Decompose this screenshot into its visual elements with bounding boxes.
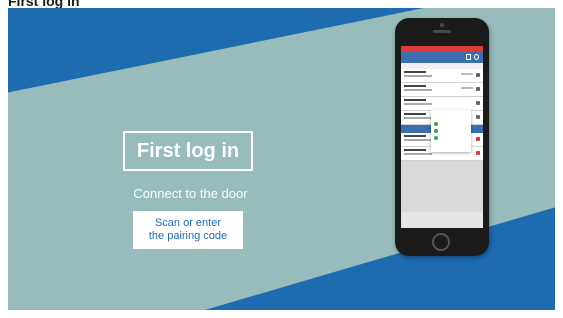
check-icon [434, 122, 438, 126]
front-camera-icon [440, 23, 444, 27]
door-row [401, 83, 483, 97]
pairing-line-2: the pairing code [148, 230, 228, 242]
door-row [401, 69, 483, 83]
slide-title: First log in [136, 139, 240, 162]
check-icon [434, 136, 438, 140]
pairing-instruction-box: Scan or enter the pairing code [133, 211, 243, 249]
slide-subtitle: Connect to the door [133, 186, 248, 201]
signal-icon [476, 101, 480, 105]
title-box: First log in [123, 131, 253, 171]
lock-icon [466, 54, 471, 60]
speaker-grille [433, 30, 451, 33]
video-caption: First log in [8, 0, 80, 9]
alert-icon [476, 151, 480, 155]
signal-icon [476, 73, 480, 77]
alert-icon [476, 137, 480, 141]
pairing-line-1: Scan or enter [154, 217, 222, 229]
connecting-dialog [431, 110, 471, 152]
settings-icon [474, 54, 479, 60]
check-icon [434, 129, 438, 133]
bottom-bar [401, 212, 483, 228]
home-button-icon [432, 233, 450, 251]
dialog-step [434, 129, 468, 134]
app-bar [401, 51, 483, 63]
signal-icon [476, 115, 480, 119]
tutorial-slide: First log in Connect to the door Scan or… [8, 8, 555, 310]
dialog-step [434, 122, 468, 127]
dialog-step [434, 136, 468, 141]
phone-screen [401, 46, 483, 228]
screenshot-frame: First log in First log in Connect to the… [0, 0, 563, 318]
smartphone [395, 18, 489, 256]
door-row [401, 97, 483, 111]
signal-icon [476, 87, 480, 91]
